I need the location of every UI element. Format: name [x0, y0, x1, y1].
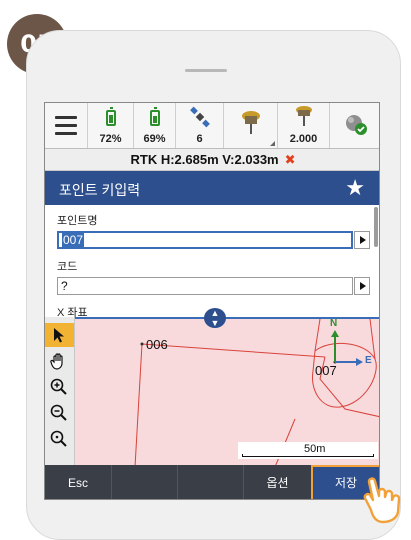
- battery-2-label: 69%: [143, 133, 166, 145]
- map-point-label-007: 007: [315, 363, 337, 378]
- esc-button[interactable]: Esc: [45, 465, 111, 499]
- map-scale-bar: 50m: [238, 442, 378, 459]
- east-arrow-label: E: [365, 355, 372, 366]
- map-toolbar: [45, 317, 75, 465]
- battery-2-status[interactable]: 69%: [133, 103, 175, 148]
- menu-button[interactable]: [45, 103, 87, 148]
- device-screen: 72% 69% 6 2.000 RTK H:2.685m V:2.033m ✖ …: [44, 102, 380, 500]
- globe-settings-icon: [346, 115, 367, 135]
- point-name-value: 007: [62, 233, 85, 247]
- zoom-extents-icon: [50, 430, 67, 447]
- empty-softkey-2[interactable]: [177, 465, 243, 499]
- status-bar: 72% 69% 6 2.000: [45, 103, 379, 149]
- battery-icon: [105, 107, 116, 126]
- battery-icon: [149, 107, 160, 126]
- zoom-out-icon: [50, 404, 67, 421]
- point-name-arrow-button[interactable]: [354, 231, 370, 249]
- options-button[interactable]: 옵션: [243, 465, 311, 499]
- pan-tool[interactable]: [45, 349, 74, 373]
- select-tool[interactable]: [45, 323, 74, 347]
- rover-pole-icon: [296, 106, 312, 126]
- bottom-action-bar: Esc 옵션 저장: [45, 465, 379, 499]
- antenna-height-label: 2.000: [289, 133, 318, 145]
- select-arrow-icon: [54, 328, 64, 343]
- rtk-status-bar: RTK H:2.685m V:2.033m ✖: [45, 149, 379, 171]
- code-arrow-button[interactable]: [354, 277, 370, 295]
- zoom-out-tool[interactable]: [45, 401, 74, 425]
- tap-hand-icon: [363, 477, 401, 524]
- code-input[interactable]: ?: [57, 277, 353, 295]
- hamburger-icon: [55, 116, 77, 140]
- scale-line: [242, 454, 374, 457]
- rtk-status-text: RTK H:2.685m V:2.033m: [130, 152, 279, 167]
- point-name-input[interactable]: 007: [57, 231, 353, 249]
- page-title: 포인트 키입력: [59, 182, 141, 198]
- north-arrow-label: N: [330, 318, 338, 329]
- satellite-status[interactable]: 6: [175, 103, 223, 148]
- gnss-receiver-icon: [242, 111, 260, 134]
- battery-1-label: 72%: [99, 133, 122, 145]
- point-entry-form: 포인트명 007 코드 ? X 좌표: [45, 205, 379, 319]
- form-scrollbar[interactable]: [374, 207, 378, 247]
- title-bar: 포인트 키입력 ★: [45, 171, 379, 205]
- split-resize-handle[interactable]: ▲ ▼: [204, 308, 226, 328]
- point-name-label: 포인트명: [57, 215, 98, 227]
- code-label: 코드: [57, 261, 78, 273]
- map-point-label-006: 006: [146, 337, 168, 352]
- zoom-in-icon: [50, 378, 67, 395]
- satellite-icon: [190, 106, 210, 128]
- phone-speaker: [185, 69, 227, 72]
- empty-softkey-1[interactable]: [111, 465, 177, 499]
- zoom-in-tool[interactable]: [45, 375, 74, 399]
- battery-1-status[interactable]: 72%: [87, 103, 133, 148]
- receiver-status[interactable]: [223, 103, 277, 148]
- red-x-icon: ✖: [284, 152, 296, 167]
- satellite-count: 6: [196, 133, 203, 145]
- zoom-extents-tool[interactable]: [45, 427, 74, 451]
- antenna-height-status[interactable]: 2.000: [277, 103, 329, 148]
- pan-hand-icon: [50, 353, 63, 370]
- settings-status[interactable]: [329, 103, 379, 148]
- star-icon[interactable]: ★: [345, 175, 365, 201]
